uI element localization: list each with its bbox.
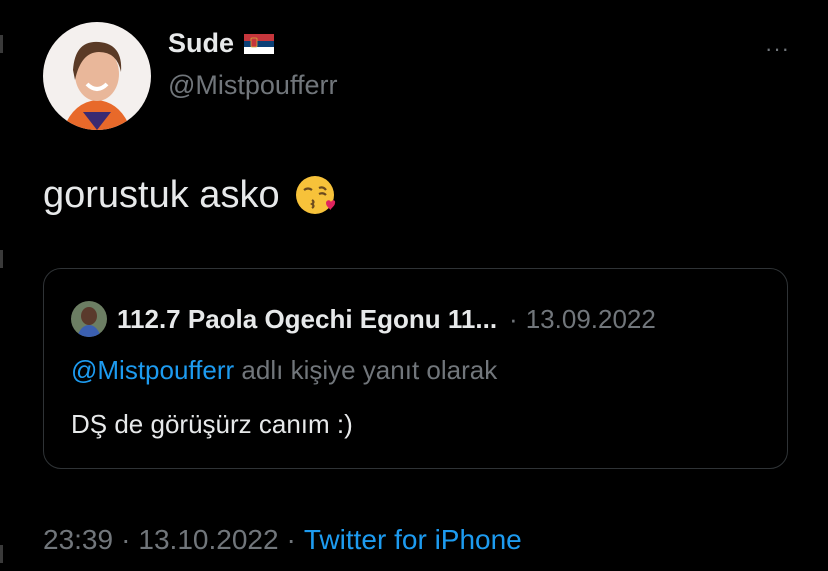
separator-dot: · (121, 524, 131, 555)
edge-mark (0, 250, 3, 268)
quoted-tweet[interactable]: 112.7 Paola Ogechi Egonu 11... · 13.09.2… (43, 268, 788, 469)
quoted-author-avatar (71, 301, 107, 337)
display-name[interactable]: Sude (168, 28, 234, 59)
quoted-author-name[interactable]: 112.7 Paola Ogechi Egonu 11... (117, 304, 497, 335)
quoted-tweet-date: 13.09.2022 (525, 303, 656, 334)
more-options-icon[interactable]: ··· (765, 38, 790, 60)
serbia-flag-icon (244, 33, 275, 54)
quoted-tweet-header: 112.7 Paola Ogechi Egonu 11... · 13.09.2… (71, 301, 656, 337)
author-name-row[interactable]: Sude (168, 28, 275, 59)
source-link[interactable]: Twitter for iPhone (304, 524, 522, 556)
separator-dot: · (509, 303, 518, 334)
face-blowing-kiss-emoji (294, 173, 338, 217)
edge-mark (0, 545, 3, 563)
tweet-text: gorustuk asko (43, 173, 280, 216)
tweet-time: 23:39 (43, 524, 114, 555)
reply-suffix: adlı kişiye yanıt olarak (241, 355, 498, 385)
reply-context: @Mistpoufferr adlı kişiye yanıt olarak (71, 355, 497, 386)
edge-mark (0, 35, 3, 53)
avatar[interactable] (43, 22, 151, 130)
tweet-meta: 23:39 · 13.10.2022 · Twitter for iPhone (43, 524, 522, 556)
quoted-tweet-text: DŞ de görüşürz canım :) (71, 409, 353, 439)
author-handle[interactable]: @Mistpoufferr (168, 70, 337, 101)
separator-dot: · (286, 524, 296, 555)
tweet-date: 13.10.2022 (138, 524, 279, 555)
reply-mention-link[interactable]: @Mistpoufferr (71, 355, 234, 385)
tweet-text-row: gorustuk asko (43, 173, 338, 217)
